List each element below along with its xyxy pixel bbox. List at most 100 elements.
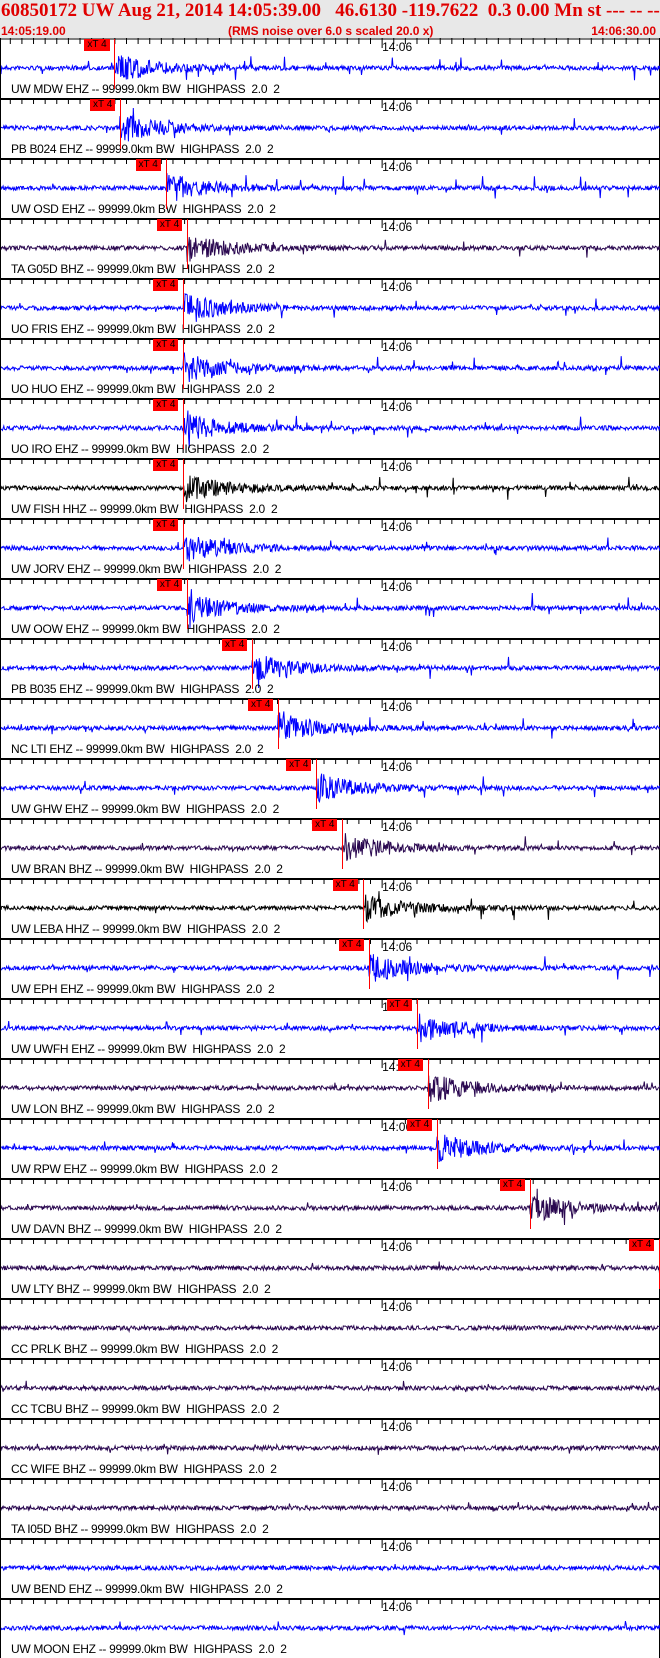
pick-line <box>183 519 185 569</box>
time-axis <box>1 1238 660 1248</box>
time-axis <box>1 398 660 408</box>
station-label: UW LON BHZ -- 99999.0km BW HIGHPASS 2.0 … <box>11 1102 275 1116</box>
pick-line <box>278 699 279 749</box>
station-label: UW MOON EHZ -- 99999.0km BW HIGHPASS 2.0… <box>11 1642 287 1656</box>
pick-line <box>183 339 185 389</box>
pick-label: xT 4 <box>248 699 274 711</box>
time-axis <box>1 1478 660 1488</box>
trace-row: 14:06 UO HUO EHZ -- 99999.0km BW HIGHPASS… <box>1 338 660 398</box>
time-axis <box>1 1538 660 1548</box>
trace-line <box>1 55 660 81</box>
station-label: PB B035 EHZ -- 99999.0km BW HIGHPASS 2.0… <box>11 682 274 696</box>
time-axis <box>1 938 660 948</box>
trace-row: 14:06 UW LTY BHZ -- 99999.0km BW HIGHPASS… <box>1 1238 660 1298</box>
time-axis <box>1 1298 660 1308</box>
phase-pick-marker[interactable]: xT 4 <box>89 98 150 156</box>
phase-pick-marker[interactable]: xT 4 <box>406 1118 467 1176</box>
pick-label: xT 4 <box>332 879 358 891</box>
phase-pick-marker[interactable]: xT 4 <box>332 878 393 936</box>
trace-line <box>1 891 660 924</box>
time-axis <box>1 218 660 228</box>
pick-line <box>186 579 188 629</box>
pick-line <box>436 1119 438 1169</box>
trace-row: 14:06 TA I05D BHZ -- 99999.0km BW HIGHPAS… <box>1 1478 660 1538</box>
station-label: NC LTI EHZ -- 99999.0km BW HIGHPASS 2.0 … <box>11 742 264 756</box>
phase-pick-marker[interactable]: xT 4 <box>286 758 346 816</box>
pick-label: xT 4 <box>153 279 179 291</box>
trace-row: 14:06 PB B035 EHZ -- 99999.0km BW HIGHPAS… <box>1 638 660 698</box>
station-label: UO FRIS EHZ -- 99999.0km BW HIGHPASS 2.0… <box>11 322 275 336</box>
pick-line <box>316 759 318 809</box>
pick-label: xT 4 <box>156 579 183 591</box>
phase-pick-marker[interactable]: xT 4 <box>156 218 217 276</box>
station-label: UW UWFH EHZ -- 99999.0km BW HIGHPASS 2.0… <box>11 1042 286 1056</box>
trace-line <box>1 352 660 383</box>
phase-pick-marker[interactable]: xT 4 <box>84 38 144 96</box>
trace-row: 14:06 UO IRO EHZ -- 99999.0km BW HIGHPASS… <box>1 398 660 458</box>
time-axis <box>1 578 660 588</box>
phase-pick-marker[interactable]: xT 4 <box>339 938 399 996</box>
station-label: UW JORV EHZ -- 99999.0km BW HIGHPASS 2.0… <box>11 562 282 576</box>
time-axis <box>1 1118 660 1128</box>
trace-line <box>1 1443 660 1455</box>
pick-label: xT 4 <box>286 759 312 771</box>
trace-row: 14:06UW UWFH EHZ -- 99999.0km BW HIGHPAS… <box>1 998 660 1058</box>
phase-pick-marker[interactable]: xT 4 <box>135 158 196 216</box>
time-axis <box>1 1058 660 1068</box>
trace-line <box>1 1324 660 1334</box>
trace-line <box>1 833 660 861</box>
station-label: UW BEND EHZ -- 99999.0km BW HIGHPASS 2.0… <box>11 1582 283 1596</box>
end-time: 14:06:30.00 <box>591 24 656 38</box>
pick-label: xT 4 <box>386 999 412 1011</box>
phase-pick-marker[interactable]: xT 4 <box>386 998 447 1056</box>
pick-label: xT 4 <box>221 639 248 651</box>
pick-label: xT 4 <box>153 459 179 471</box>
station-label: CC TCBU BHZ -- 99999.0km BW HIGHPASS 2.0… <box>11 1402 280 1416</box>
pick-label: xT 4 <box>153 399 179 411</box>
start-time: 14:05:19.00 <box>1 24 66 38</box>
trace-line <box>1 711 660 739</box>
phase-pick-marker[interactable]: xT 4 <box>248 698 308 756</box>
station-label: UW MDW EHZ -- 99999.0km BW HIGHPASS 2.0 … <box>11 82 280 96</box>
phase-pick-marker[interactable]: xT 4 <box>221 638 282 696</box>
phase-pick-marker[interactable]: xT 4 <box>153 458 213 516</box>
pick-line <box>186 219 188 269</box>
phase-pick-marker[interactable]: xT 4 <box>153 398 213 456</box>
phase-pick-marker[interactable]: xT 4 <box>156 578 217 636</box>
phase-pick-marker[interactable]: xT 4 <box>397 1058 458 1116</box>
phase-pick-marker[interactable]: xT 4 <box>499 1178 560 1236</box>
pick-line <box>183 279 185 329</box>
trace-line <box>1 954 660 982</box>
trace-row: 14:06 UW EPH EHZ -- 99999.0km BW HIGHPASS… <box>1 938 660 998</box>
station-label: UW GHW EHZ -- 99999.0km BW HIGHPASS 2.0 … <box>11 802 279 816</box>
trace-row: 14:06 CC TCBU BHZ -- 99999.0km BW HIGHPAS… <box>1 1358 660 1418</box>
station-label: UW FISH HHZ -- 99999.0km BW HIGHPASS 2.0… <box>11 502 278 516</box>
phase-pick-marker[interactable]: xT 4 <box>153 278 213 336</box>
trace-line <box>1 1380 660 1393</box>
trace-line <box>1 1620 660 1636</box>
pick-label: xT 4 <box>135 159 161 171</box>
trace-line <box>1 1075 660 1102</box>
time-axis <box>1 638 660 648</box>
trace-row: 14:06 UW JORV EHZ -- 99999.0km BW HIGHPAS… <box>1 518 660 578</box>
trace-row: 14:06 CC PRLK BHZ -- 99999.0km BW HIGHPAS… <box>1 1298 660 1358</box>
trace-row: 14:06 UW LEBA HHZ -- 99999.0km BW HIGHPAS… <box>1 878 660 938</box>
phase-pick-marker[interactable]: xT 4 <box>153 338 213 396</box>
trace-line <box>1 1013 660 1043</box>
phase-pick-marker[interactable]: xT 4 <box>312 818 372 876</box>
phase-pick-marker[interactable]: xT 4 <box>153 518 213 576</box>
time-axis <box>1 158 660 168</box>
trace-row: 14:06 CC WIFE BHZ -- 99999.0km BW HIGHPAS… <box>1 1418 660 1478</box>
trace-row: 14:06 UW BEND EHZ -- 99999.0km BW HIGHPAS… <box>1 1538 660 1598</box>
station-label: TA I05D BHZ -- 99999.0km BW HIGHPASS 2.0… <box>11 1522 269 1536</box>
pick-line <box>369 939 371 989</box>
pick-label: xT 4 <box>397 1059 423 1071</box>
trace-line <box>1 537 660 562</box>
trace-row: 14:06 UW OOW EHZ -- 99999.0km BW HIGHPASS… <box>1 578 660 638</box>
trace-row: 14:06 UW MOON EHZ -- 99999.0km BW HIGHPAS… <box>1 1598 660 1658</box>
trace-row: 14:06 UO FRIS EHZ -- 99999.0km BW HIGHPAS… <box>1 278 660 338</box>
pick-line <box>362 879 364 929</box>
trace-line <box>1 1501 660 1513</box>
pick-label: xT 4 <box>406 1119 433 1131</box>
trace-line <box>1 475 660 503</box>
